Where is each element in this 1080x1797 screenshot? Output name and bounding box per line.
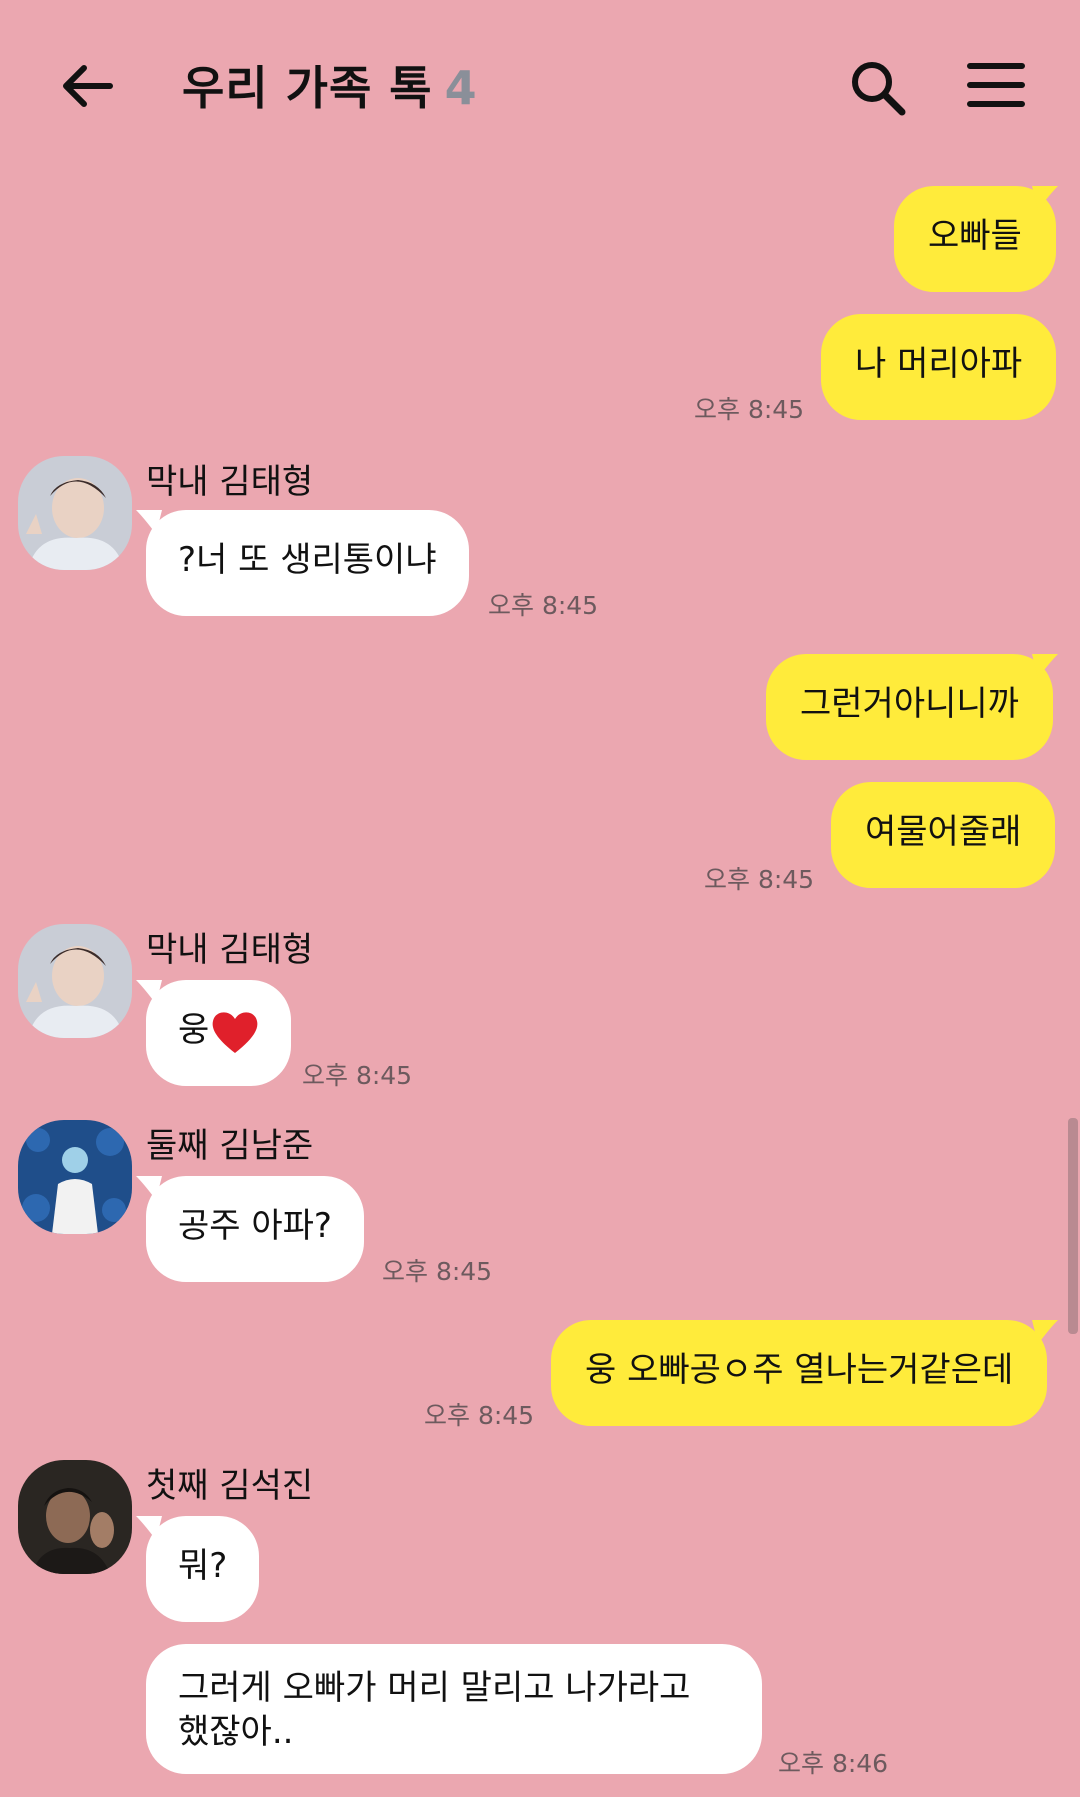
avatar-image [18,456,132,570]
message-time: 오후 8:45 [694,395,805,424]
my-message-bubble[interactable]: 웅 오빠공ㅇ주 열나는거같은데 [551,1320,1048,1426]
message-text: 그러게 오빠가 머리 말리고 나가라고 했잖아.. [178,1668,691,1752]
message-text: 오빠들 [928,216,1022,256]
sender-name: 둘째 김남준 [146,1126,314,1166]
avatar-taehyung[interactable] [18,456,132,570]
my-message-bubble[interactable]: 나 머리아파 [821,314,1057,420]
message-text: 웅 [178,1010,210,1050]
bubble-tail [1032,654,1058,678]
other-message-bubble[interactable]: 뭐? [146,1516,260,1622]
avatar-image [18,924,132,1038]
avatar-image [18,1120,132,1234]
avatar-seokjin[interactable] [18,1460,132,1574]
other-message-bubble[interactable]: 그러게 오빠가 머리 말리고 나가라고 했잖아.. [146,1644,762,1774]
avatar-taehyung[interactable] [18,924,132,1038]
avatar-namjoon[interactable] [18,1120,132,1234]
chat-room-name: 우리 가족 톡 [182,61,433,115]
sender-name: 막내 김태형 [146,462,314,502]
bubble-tail [136,510,162,534]
bubble-tail [136,1516,162,1540]
avatar-image [18,1460,132,1574]
other-message-bubble[interactable]: 공주 아파? [146,1176,364,1282]
bubble-tail [136,980,162,1004]
message-text: 웅 오빠공ㅇ주 열나는거같은데 [585,1350,1014,1390]
message-time: 오후 8:45 [704,865,815,894]
my-message-bubble[interactable]: 여물어줄래 [831,782,1056,888]
red-heart-emoji [212,1011,258,1053]
chat-header: 우리 가족 톡4 [0,0,1080,170]
message-time: 오후 8:45 [424,1401,535,1430]
sender-name: 첫째 김석진 [146,1466,314,1506]
other-message-bubble[interactable]: ?너 또 생리통이냐 [146,510,469,616]
back-button[interactable] [58,56,118,116]
hamburger-menu-icon [967,63,1025,107]
message-time: 오후 8:45 [302,1061,413,1090]
arrow-left-icon [63,65,113,107]
bubble-tail [1032,186,1058,210]
chat-title: 우리 가족 톡4 [182,52,478,118]
bubble-tail [136,1176,162,1200]
other-message-bubble[interactable]: 웅 [146,980,292,1086]
message-time: 오후 8:45 [382,1257,493,1286]
search-icon [852,62,906,116]
sender-name: 막내 김태형 [146,930,314,970]
message-text: 뭐? [178,1546,228,1586]
bubble-tail [1032,1320,1058,1344]
menu-button[interactable] [966,60,1026,110]
message-text: 공주 아파? [178,1206,332,1246]
message-time: 오후 8:46 [778,1749,889,1778]
scrollbar-thumb[interactable] [1068,1118,1078,1334]
message-text: 그런거아니니까 [800,684,1019,724]
message-text: 나 머리아파 [855,344,1023,384]
message-text: 여물어줄래 [865,812,1022,852]
message-time: 오후 8:45 [488,591,599,620]
message-text: ?너 또 생리통이냐 [178,540,437,580]
member-count: 4 [444,61,478,115]
search-button[interactable] [846,56,910,120]
my-message-bubble[interactable]: 그런거아니니까 [766,654,1053,760]
